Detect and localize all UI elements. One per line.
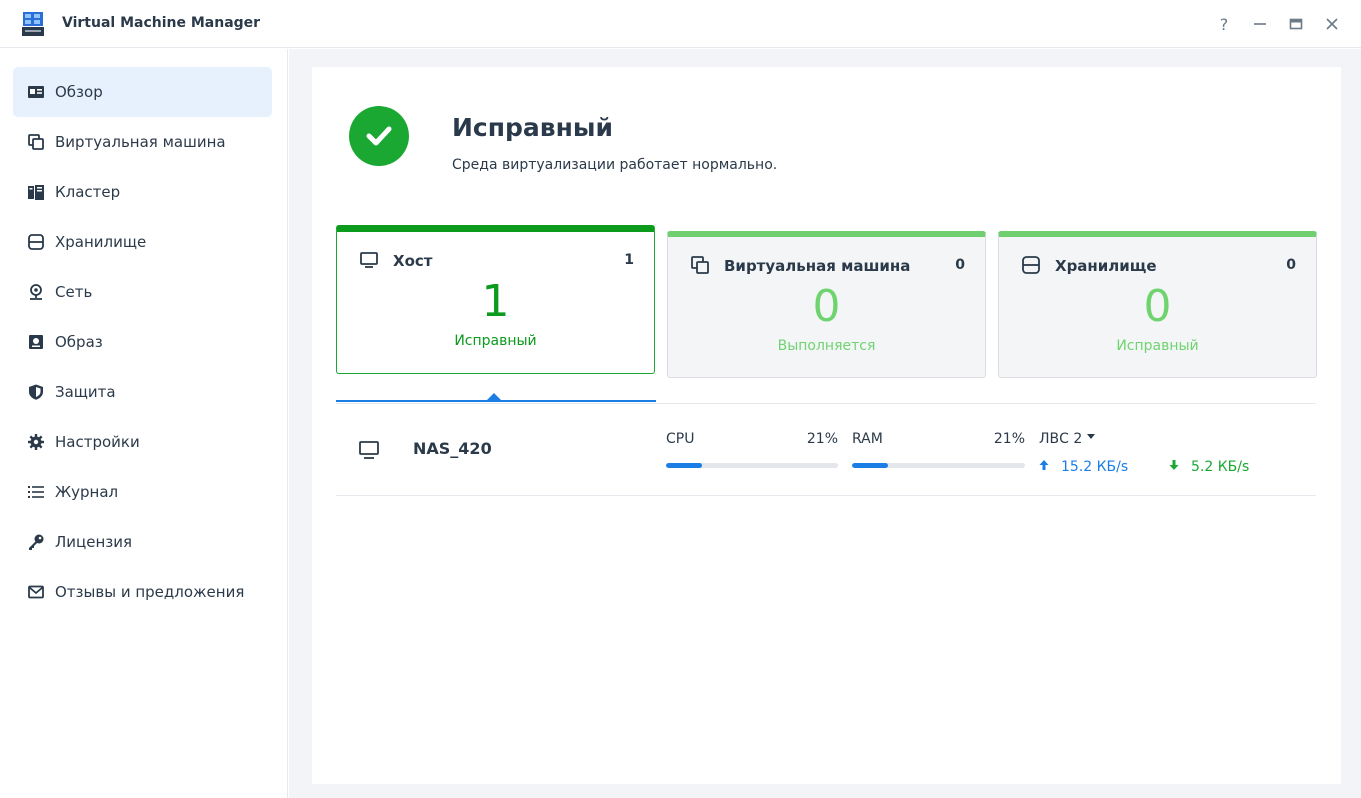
help-button[interactable]: ? <box>1213 12 1235 36</box>
key-icon <box>27 533 45 551</box>
image-icon <box>27 333 45 351</box>
sidebar-item-label: Сеть <box>55 283 93 301</box>
ram-usage-bar <box>852 463 1025 468</box>
cpu-value: 21% <box>806 431 838 447</box>
status-title: Исправный <box>452 113 613 142</box>
arrow-down-icon <box>1169 459 1181 475</box>
gear-icon <box>27 433 45 451</box>
sidebar-item-network[interactable]: Сеть <box>13 267 272 317</box>
sidebar-item-image[interactable]: Образ <box>13 317 272 367</box>
host-summary-card[interactable]: Хост 1 1 Исправный <box>336 225 655 374</box>
storage-summary-card[interactable]: Хранилище 0 0 Исправный <box>998 231 1317 378</box>
selected-tab-caret <box>487 393 501 400</box>
download-speed-value: 5.2 КБ/s <box>1191 459 1250 475</box>
card-big-number: 1 <box>481 276 510 327</box>
sidebar-item-storage[interactable]: Хранилище <box>13 217 272 267</box>
sidebar-item-protection[interactable]: Защита <box>13 367 272 417</box>
virtual-machine-icon <box>27 133 45 151</box>
card-title: Виртуальная машина <box>724 257 911 275</box>
sidebar-item-label: Виртуальная машина <box>55 133 226 151</box>
card-big-number: 0 <box>812 281 841 332</box>
storage-icon <box>1021 255 1041 275</box>
minimize-button[interactable] <box>1249 12 1271 36</box>
selected-tab-indicator <box>336 400 656 402</box>
lan-label: ЛВС 2 <box>1039 431 1083 447</box>
app-logo-icon <box>22 12 44 36</box>
host-name: NAS_420 <box>413 439 492 458</box>
sidebar-item-label: Защита <box>55 383 116 401</box>
close-button[interactable] <box>1321 12 1343 36</box>
mail-icon <box>27 583 45 601</box>
monitor-icon <box>359 250 379 270</box>
sidebar-item-feedback[interactable]: Отзывы и предложения <box>13 567 272 617</box>
monitor-icon <box>358 439 380 461</box>
card-status: Исправный <box>454 333 537 349</box>
card-count: 1 <box>624 252 634 268</box>
sidebar-item-label: Обзор <box>55 83 103 101</box>
check-circle-icon <box>349 106 409 166</box>
ram-label: RAM <box>852 431 883 447</box>
sidebar-item-license[interactable]: Лицензия <box>13 517 272 567</box>
sidebar-item-label: Хранилище <box>55 233 147 251</box>
sidebar-item-label: Образ <box>55 333 103 351</box>
host-row[interactable]: NAS_420 CPU 21% RAM 21% ЛВС 2 15.2 КБ/s … <box>336 404 1316 496</box>
card-count: 0 <box>1286 257 1296 273</box>
storage-icon <box>27 233 45 251</box>
upload-speed: 15.2 КБ/s <box>1039 459 1128 475</box>
sidebar: Обзор Виртуальная машина Кластер Хранили… <box>0 49 288 798</box>
cluster-icon <box>27 183 45 201</box>
vm-summary-card[interactable]: Виртуальная машина 0 0 Выполняется <box>667 231 986 378</box>
overview-icon <box>27 83 45 101</box>
chevron-down-icon <box>1087 433 1096 439</box>
card-title: Хост <box>393 252 433 270</box>
card-title: Хранилище <box>1055 257 1157 275</box>
card-count: 0 <box>955 257 965 273</box>
cpu-usage-fill <box>666 463 703 468</box>
sidebar-item-settings[interactable]: Настройки <box>13 417 272 467</box>
sidebar-item-cluster[interactable]: Кластер <box>13 167 272 217</box>
sidebar-item-virtual-machine[interactable]: Виртуальная машина <box>13 117 272 167</box>
card-big-number: 0 <box>1143 281 1172 332</box>
download-speed: 5.2 КБ/s <box>1169 459 1249 475</box>
log-list-icon <box>27 483 45 501</box>
sidebar-item-overview[interactable]: Обзор <box>13 67 272 117</box>
cpu-usage-bar <box>666 463 838 468</box>
cpu-label: CPU <box>666 431 695 447</box>
lan-selector[interactable]: ЛВС 2 <box>1039 431 1096 447</box>
virtual-machine-icon <box>690 255 710 275</box>
app-title: Virtual Machine Manager <box>62 15 261 31</box>
card-status: Исправный <box>1116 338 1199 354</box>
sidebar-item-label: Настройки <box>55 433 140 451</box>
card-status: Выполняется <box>777 338 876 354</box>
network-icon <box>27 283 45 301</box>
sidebar-item-log[interactable]: Журнал <box>13 467 272 517</box>
shield-icon <box>27 383 45 401</box>
status-description: Среда виртуализации работает нормально. <box>452 157 778 173</box>
title-bar: Virtual Machine Manager ? <box>0 0 1361 48</box>
sidebar-item-label: Отзывы и предложения <box>55 583 245 601</box>
ram-usage-fill <box>852 463 889 468</box>
arrow-up-icon <box>1039 459 1051 475</box>
ram-value: 21% <box>993 431 1025 447</box>
upload-speed-value: 15.2 КБ/s <box>1061 459 1129 475</box>
maximize-button[interactable] <box>1285 12 1307 36</box>
sidebar-item-label: Кластер <box>55 183 121 201</box>
sidebar-item-label: Журнал <box>55 483 119 501</box>
sidebar-item-label: Лицензия <box>55 533 133 551</box>
